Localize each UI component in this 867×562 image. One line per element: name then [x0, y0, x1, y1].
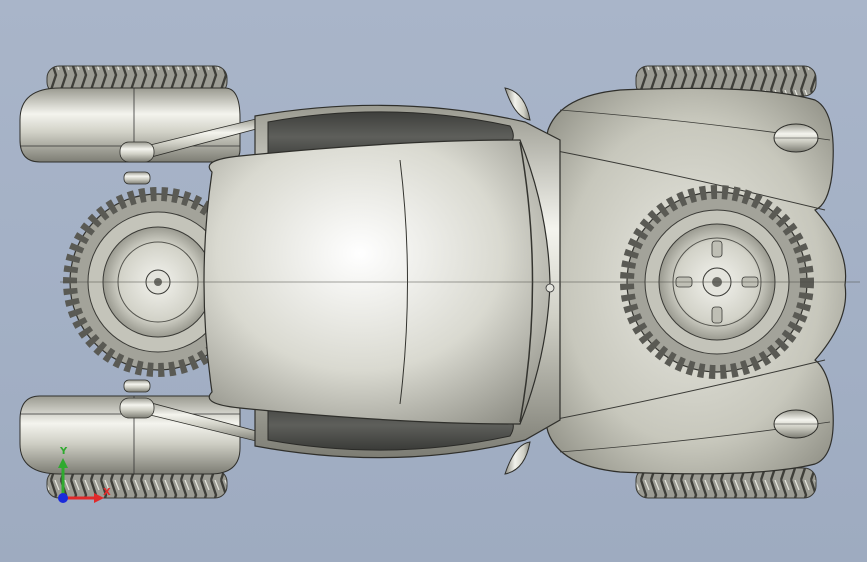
vehicle-model[interactable]: Y X — [0, 0, 867, 562]
origin-point — [58, 493, 68, 503]
cad-viewport[interactable]: Y X — [0, 0, 867, 562]
y-axis-label: Y — [59, 446, 68, 457]
x-axis-label: X — [103, 487, 111, 498]
